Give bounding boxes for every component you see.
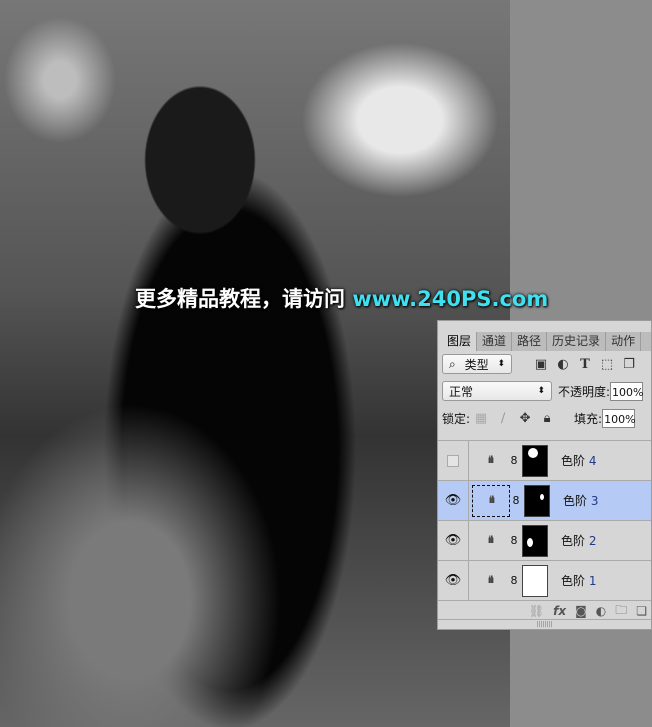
- layer-mask-thumbnail[interactable]: [522, 564, 548, 597]
- layer-name: 色阶 3: [563, 494, 599, 508]
- updown-icon: ⬍: [537, 386, 545, 396]
- layer-mask-thumbnail[interactable]: [522, 444, 548, 477]
- lock-paint-icon[interactable]: ∕: [492, 411, 514, 426]
- fx-icon[interactable]: fx: [553, 604, 566, 618]
- smart-object-filter-icon[interactable]: ❐: [618, 357, 640, 372]
- layer-row[interactable]: 👁︎ ılıllı 8 色阶 2: [438, 520, 651, 560]
- eye-icon[interactable]: 👁︎: [438, 481, 469, 520]
- layers-panel: 图层 通道 路径 历史记录 动作 ⌕ 类型 ⬍ ▣ ◐ T ⬚ ❐ 正常 ⬍ 不透明度…: [437, 320, 652, 630]
- tab-history[interactable]: 历史记录: [547, 332, 607, 351]
- tab-layers[interactable]: 图层: [442, 332, 478, 351]
- resize-grip[interactable]: ||||||||: [438, 619, 651, 629]
- lock-move-icon[interactable]: ✥: [514, 411, 536, 426]
- layer-mask-thumbnail[interactable]: [522, 524, 548, 557]
- mask-icon[interactable]: ◙: [575, 604, 587, 618]
- eye-icon[interactable]: 👁︎: [438, 561, 469, 600]
- layer-row[interactable]: 👁︎ ılıllı 8 色阶 1: [438, 560, 651, 600]
- shape-filter-icon[interactable]: ⬚: [596, 357, 618, 372]
- link-icon[interactable]: 8: [510, 494, 522, 507]
- blend-mode-select[interactable]: 正常 ⬍: [442, 381, 552, 401]
- lock-transparent-icon[interactable]: ▦: [470, 411, 492, 426]
- panel-footer: ⛓ fx ◙ ◐ 🗀︎ ❏: [438, 600, 651, 621]
- type-filter-icon[interactable]: T: [574, 357, 596, 372]
- panel-tabs: 图层 通道 路径 历史记录 动作: [442, 332, 651, 351]
- layer-mask-thumbnail[interactable]: [524, 484, 550, 517]
- layer-name: 色阶 4: [561, 454, 597, 468]
- filter-type-select[interactable]: ⌕ 类型 ⬍: [442, 354, 512, 374]
- opacity-input[interactable]: 100%: [610, 381, 644, 401]
- fill-input[interactable]: 100%: [602, 409, 636, 428]
- new-layer-icon[interactable]: ❏: [636, 604, 647, 618]
- image-filter-icon[interactable]: ▣: [530, 357, 552, 372]
- levels-adjustment-icon: ılıllı: [487, 535, 495, 546]
- lock-all-icon[interactable]: 🔒︎: [536, 411, 558, 426]
- updown-icon: ⬍: [497, 359, 505, 369]
- layer-name: 色阶 1: [561, 574, 597, 588]
- levels-adjustment-icon: ılıllı: [472, 484, 510, 517]
- tab-actions[interactable]: 动作: [606, 332, 642, 351]
- canvas-photo[interactable]: [0, 0, 510, 727]
- fill-label: 填充:: [574, 412, 603, 426]
- opacity-label: 不透明度:: [558, 384, 611, 399]
- search-icon: ⌕: [449, 356, 456, 371]
- levels-adjustment-icon: ılıllı: [487, 575, 495, 586]
- visibility-toggle-off[interactable]: [438, 441, 469, 480]
- link-icon[interactable]: 8: [508, 454, 520, 467]
- link-icon[interactable]: 8: [508, 574, 520, 587]
- levels-adjustment-icon: ılıllı: [487, 455, 495, 466]
- adjustment-filter-icon[interactable]: ◐: [552, 357, 574, 372]
- layer-row-selected[interactable]: 👁︎ ılıllı 8 色阶 3: [438, 480, 651, 520]
- lock-label: 锁定:: [442, 412, 471, 426]
- layer-row[interactable]: ılıllı 8 色阶 4: [438, 440, 651, 480]
- adjustment-icon[interactable]: ◐: [596, 604, 606, 618]
- link-icon[interactable]: ⛓: [529, 604, 544, 618]
- watermark: 更多精品教程，请访问 www.240PS.com: [135, 287, 549, 311]
- layer-name: 色阶 2: [561, 534, 597, 548]
- tab-paths[interactable]: 路径: [512, 332, 548, 351]
- eye-icon[interactable]: 👁︎: [438, 521, 469, 560]
- tab-channels[interactable]: 通道: [477, 332, 513, 351]
- link-icon[interactable]: 8: [508, 534, 520, 547]
